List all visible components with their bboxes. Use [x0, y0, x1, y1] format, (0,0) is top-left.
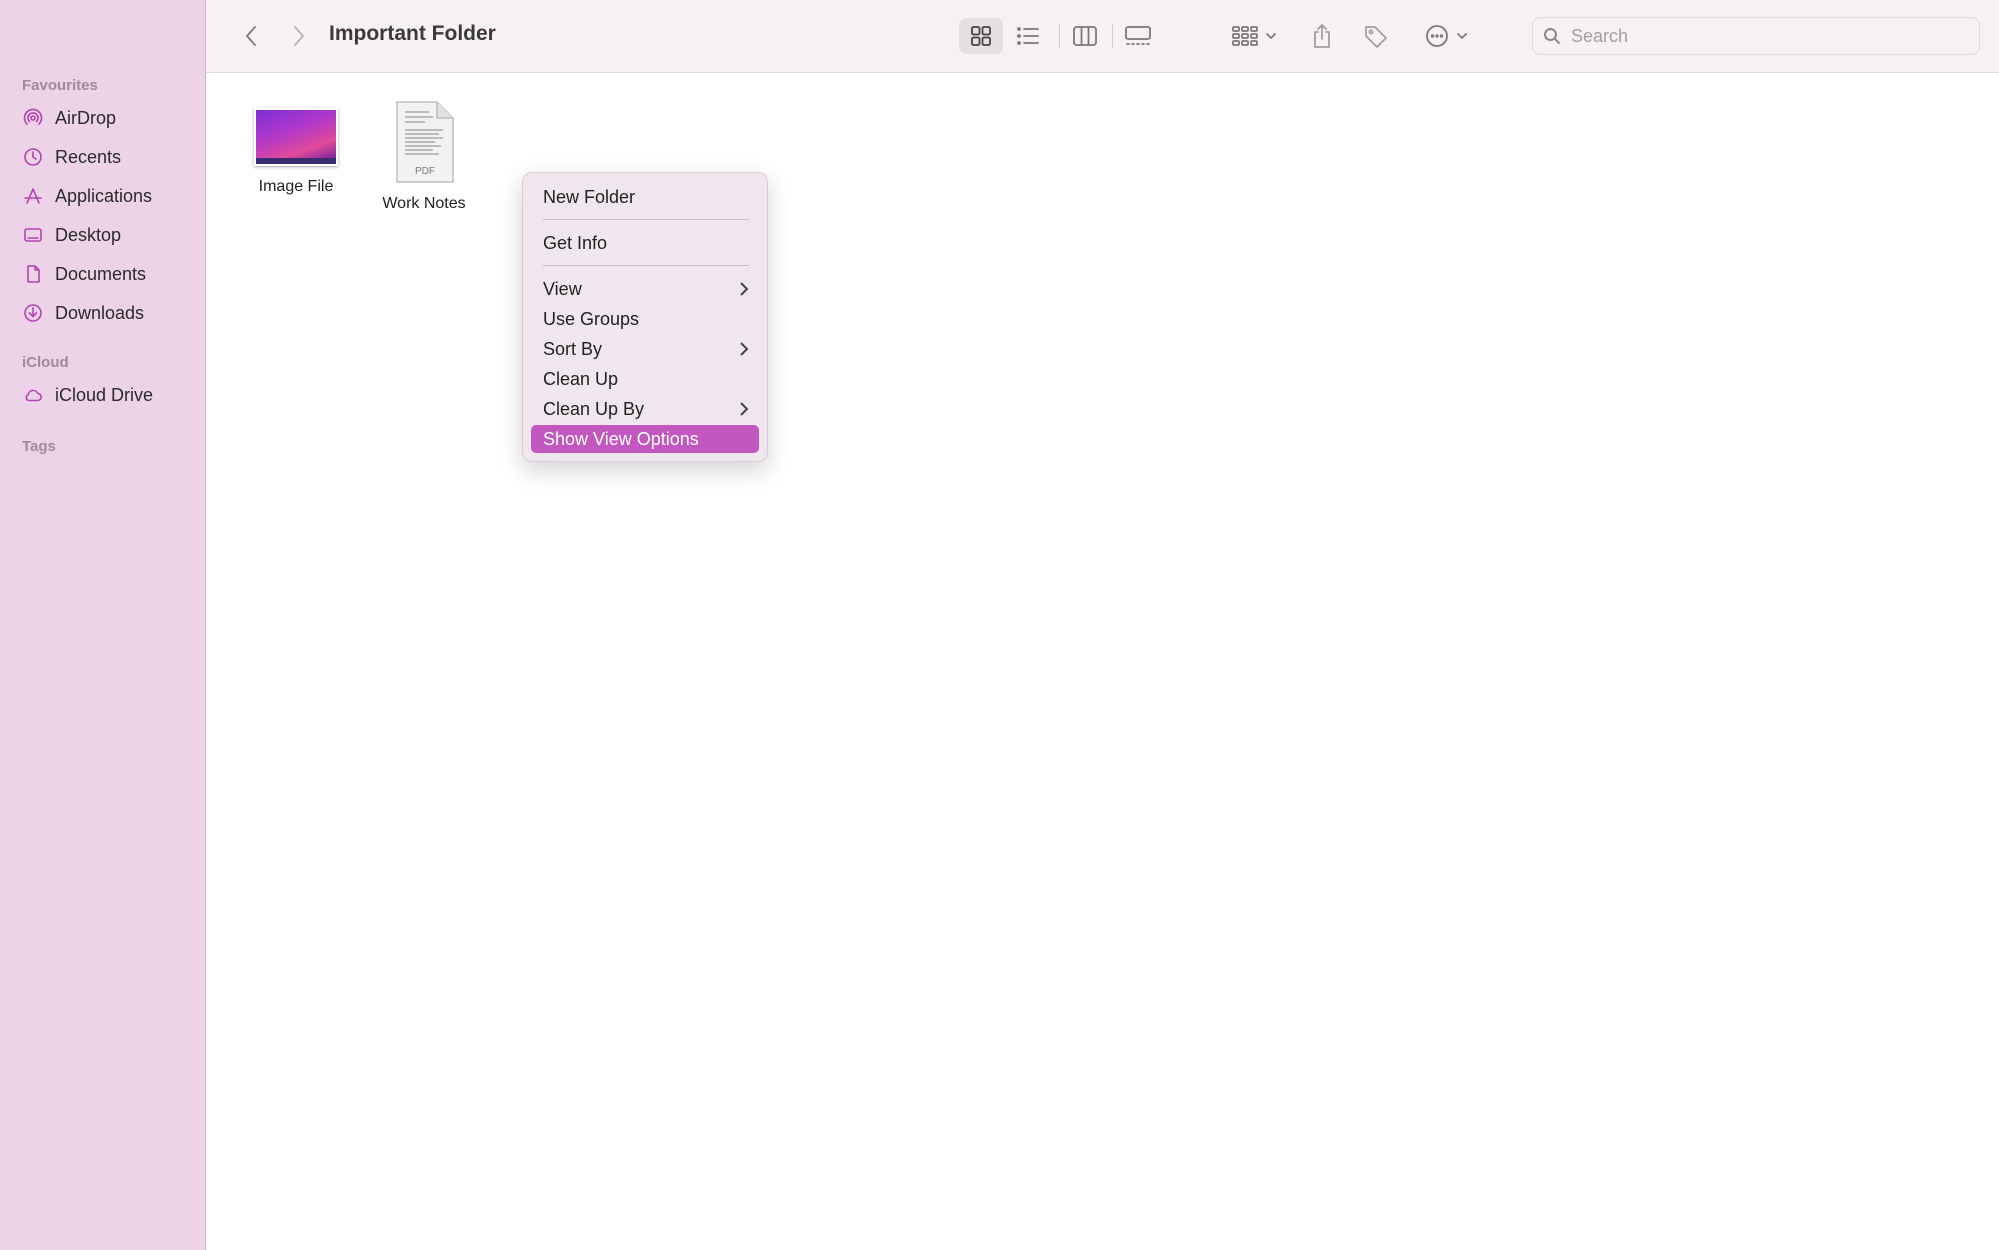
sidebar-item-recents[interactable]: Recents: [22, 142, 192, 172]
ellipsis-circle-icon: [1426, 25, 1448, 47]
menu-item-sort-by[interactable]: Sort By: [531, 335, 759, 363]
file-item[interactable]: Image File: [246, 108, 346, 196]
gallery-view-button[interactable]: [1116, 18, 1160, 54]
share-button[interactable]: [1304, 18, 1340, 54]
sidebar-item-label: AirDrop: [55, 107, 117, 128]
menu-item-use-groups[interactable]: Use Groups: [531, 305, 759, 333]
menu-item-label: Use Groups: [543, 308, 640, 329]
sidebar-item-label: Desktop: [55, 224, 122, 245]
menu-item-show-view-options[interactable]: Show View Options: [531, 425, 759, 453]
group-by-button[interactable]: [1224, 18, 1284, 54]
menu-item-label: Clean Up: [543, 368, 619, 389]
forward-button[interactable]: [284, 18, 314, 54]
grid-icon: [971, 26, 991, 46]
file-item[interactable]: PDF Work Notes: [374, 100, 474, 213]
menu-item-label: New Folder: [543, 186, 636, 207]
search-field[interactable]: [1532, 17, 1980, 55]
toolbar-divider: [1112, 24, 1113, 48]
chevron-left-icon: [246, 26, 256, 46]
list-view-button[interactable]: [1006, 18, 1050, 54]
airdrop-icon: [22, 107, 44, 129]
menu-item-label: Sort By: [543, 338, 603, 359]
menu-item-label: View: [543, 278, 582, 299]
chevron-down-icon: [1266, 33, 1276, 39]
menu-separator: [543, 265, 749, 266]
document-icon: [22, 263, 44, 285]
chevron-right-icon: [294, 26, 304, 46]
sidebar-item-downloads[interactable]: Downloads: [22, 298, 192, 328]
sidebar-item-label: Recents: [55, 146, 122, 167]
share-icon: [1314, 24, 1330, 48]
sidebar-section-favourites: Favourites: [22, 77, 98, 94]
more-actions-button[interactable]: [1418, 18, 1474, 54]
search-input[interactable]: [1569, 24, 1953, 48]
window-title: Important Folder: [329, 22, 496, 45]
clock-icon: [22, 146, 44, 168]
sidebar-section-tags: Tags: [22, 438, 56, 455]
menu-item-label: Clean Up By: [543, 398, 645, 419]
cloud-icon: [22, 384, 44, 406]
download-icon: [22, 302, 44, 324]
file-label: Work Notes: [382, 195, 466, 212]
context-menu: New Folder Get Info View Use Groups Sort…: [522, 172, 768, 462]
gallery-icon: [1125, 26, 1151, 45]
menu-item-get-info[interactable]: Get Info: [531, 229, 759, 257]
menu-separator: [543, 219, 749, 220]
sidebar: Favourites AirDrop Recents Applications …: [0, 0, 206, 1250]
sidebar-section-icloud: iCloud: [22, 354, 69, 371]
tag-icon: [1365, 26, 1387, 48]
sidebar-item-label: Documents: [55, 263, 147, 284]
menu-item-label: Show View Options: [543, 428, 699, 449]
chevron-right-icon: [739, 401, 749, 422]
menu-item-clean-up[interactable]: Clean Up: [531, 365, 759, 393]
sidebar-item-label: Downloads: [55, 302, 145, 323]
pdf-document-icon: PDF: [396, 101, 454, 183]
tags-button[interactable]: [1358, 18, 1394, 54]
menu-item-label: Get Info: [543, 232, 608, 253]
chevron-right-icon: [739, 281, 749, 302]
sidebar-item-label: Applications: [55, 185, 153, 206]
grouped-grid-icon: [1232, 26, 1258, 46]
back-button[interactable]: [236, 18, 266, 54]
applications-icon: [22, 185, 44, 207]
desktop-icon: [22, 224, 44, 246]
columns-icon: [1073, 26, 1097, 46]
menu-item-view[interactable]: View: [531, 275, 759, 303]
sidebar-item-label: iCloud Drive: [55, 384, 154, 405]
column-view-button[interactable]: [1063, 18, 1107, 54]
sidebar-item-icloud-drive[interactable]: iCloud Drive: [22, 380, 192, 410]
pdf-badge: PDF: [415, 166, 435, 177]
chevron-down-icon: [1457, 33, 1467, 39]
toolbar-divider: [1059, 24, 1060, 48]
list-icon: [1017, 27, 1039, 45]
sidebar-item-airdrop[interactable]: AirDrop: [22, 103, 192, 133]
file-label: Image File: [258, 178, 334, 195]
menu-item-new-folder[interactable]: New Folder: [531, 183, 759, 211]
image-thumbnail: [254, 108, 338, 166]
sidebar-item-desktop[interactable]: Desktop: [22, 220, 192, 250]
sidebar-item-documents[interactable]: Documents: [22, 259, 192, 289]
search-icon: [1544, 28, 1561, 45]
menu-item-clean-up-by[interactable]: Clean Up By: [531, 395, 759, 423]
icon-view-button[interactable]: [959, 18, 1003, 54]
chevron-right-icon: [739, 341, 749, 362]
sidebar-item-applications[interactable]: Applications: [22, 181, 192, 211]
